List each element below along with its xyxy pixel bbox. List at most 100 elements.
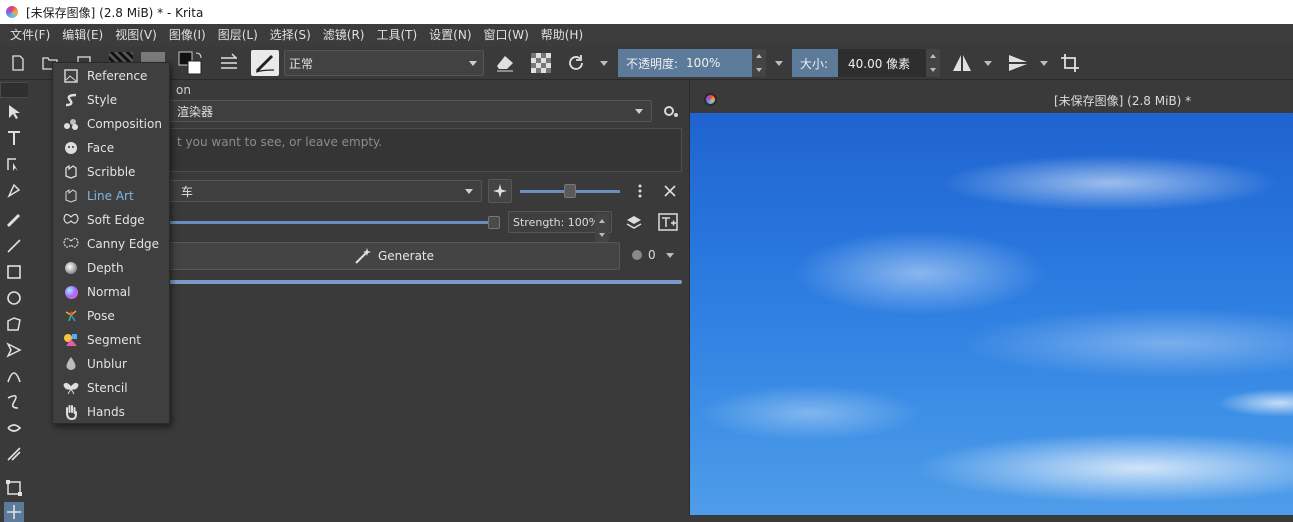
menu-item-unblur[interactable]: Unblur — [53, 352, 169, 376]
renderer-select[interactable]: 渲染器 — [168, 100, 652, 122]
menu-item-label: Normal — [87, 285, 131, 299]
mirror-vertical-chevron-icon[interactable] — [1038, 50, 1050, 76]
menu-view[interactable]: 视图(V) — [109, 24, 163, 46]
sparkle-icon[interactable] — [488, 179, 512, 203]
color-swap-icon[interactable] — [176, 50, 206, 76]
prompt-input[interactable]: t you want to see, or leave empty. — [168, 128, 682, 172]
line-tool-icon[interactable] — [4, 236, 24, 256]
strength-track[interactable] — [168, 221, 488, 224]
menu-item-stencil[interactable]: Stencil — [53, 376, 169, 400]
new-document-icon[interactable] — [8, 50, 28, 76]
mirror-horizontal-chevron-icon[interactable] — [982, 50, 994, 76]
menu-item-label: Hands — [87, 405, 125, 419]
menu-item-composition[interactable]: Composition — [53, 112, 169, 136]
menu-item-normal[interactable]: Normal — [53, 280, 169, 304]
menu-tools[interactable]: 工具(T) — [370, 24, 423, 46]
generation-progress-bar — [168, 280, 682, 284]
crop-icon[interactable] — [1058, 50, 1082, 76]
menu-item-scribble[interactable]: Scribble — [53, 160, 169, 184]
menu-item-line-art[interactable]: Line Art — [53, 184, 169, 208]
menu-item-label: Depth — [87, 261, 124, 275]
menu-item-label: Canny Edge — [87, 237, 160, 251]
dynamic-brush-icon[interactable] — [4, 418, 24, 438]
close-icon[interactable] — [660, 180, 680, 202]
strength-label: Strength: 100% — [513, 215, 600, 229]
queue-count: 0 — [648, 248, 656, 262]
calligraphy-icon[interactable] — [4, 180, 24, 200]
menu-window[interactable]: 窗口(W) — [478, 24, 535, 46]
window-title: [未保存图像] (2.8 MiB) * - Krita — [26, 5, 204, 20]
menu-item-hands[interactable]: Hands — [53, 400, 169, 424]
size-spinner[interactable] — [926, 49, 940, 77]
eraser-icon[interactable] — [494, 50, 516, 76]
canvas-image[interactable] — [690, 113, 1293, 515]
opacity-slider[interactable]: 不透明度: 100% — [618, 49, 766, 77]
size-value: 40.00 像素 — [848, 56, 911, 71]
image-icon — [63, 68, 79, 84]
document-tab[interactable]: [未保存图像] (2.8 MiB) * — [690, 88, 1293, 112]
settings-gear-icon[interactable] — [660, 100, 682, 122]
control-select[interactable]: 车 — [168, 180, 482, 202]
strength-handle[interactable] — [488, 216, 500, 229]
seed-queue-control[interactable]: 0 — [632, 248, 674, 262]
menu-item-segment[interactable]: Segment — [53, 328, 169, 352]
menu-item-label: Pose — [87, 309, 115, 323]
menu-help[interactable]: 帮助(H) — [535, 24, 589, 46]
mirror-vertical-icon[interactable] — [1006, 50, 1030, 76]
text-tool-icon[interactable] — [4, 128, 24, 148]
menu-item-soft-edge[interactable]: Soft Edge — [53, 208, 169, 232]
transform-tool-icon[interactable] — [4, 478, 24, 498]
brush-settings-icon[interactable] — [216, 50, 242, 76]
ellipse-tool-icon[interactable] — [4, 288, 24, 308]
canny-edge-icon — [63, 236, 79, 252]
style-icon — [63, 92, 79, 108]
add-layer-control-icon[interactable] — [624, 211, 646, 233]
multibrush-icon[interactable] — [4, 444, 24, 464]
reload-preset-icon[interactable] — [564, 50, 588, 76]
menu-layer[interactable]: 图层(L) — [212, 24, 264, 46]
strength-spinner[interactable] — [595, 214, 609, 242]
opacity-options-chevron-icon[interactable] — [772, 50, 786, 76]
control-type-menu: Reference Style Composition Face Scribbl… — [52, 62, 170, 424]
opacity-spinner[interactable] — [752, 49, 766, 77]
move-tool-icon[interactable] — [4, 502, 24, 522]
polyline-tool-icon[interactable] — [4, 340, 24, 360]
menu-item-reference[interactable]: Reference — [53, 64, 169, 88]
control-strength-handle[interactable] — [564, 184, 576, 198]
strength-spinbox[interactable]: Strength: 100% — [508, 211, 612, 242]
menu-item-face[interactable]: Face — [53, 136, 169, 160]
freehand-path-icon[interactable] — [4, 392, 24, 412]
more-options-icon[interactable] — [632, 180, 648, 202]
menu-item-label: Unblur — [87, 357, 127, 371]
size-slider[interactable]: 大小: 40.00 像素 — [792, 49, 940, 77]
brush-preset-icon[interactable] — [250, 50, 280, 76]
blend-mode-value: 正常 — [289, 56, 314, 71]
menu-item-canny-edge[interactable]: Canny Edge — [53, 232, 169, 256]
menu-select[interactable]: 选择(S) — [264, 24, 317, 46]
opacity-value: 100% — [686, 56, 721, 70]
add-text-region-icon[interactable] — [656, 211, 680, 233]
menu-image[interactable]: 图像(I) — [163, 24, 212, 46]
alpha-lock-icon[interactable] — [530, 50, 552, 76]
bezier-tool-icon[interactable] — [4, 366, 24, 386]
menu-file[interactable]: 文件(F) — [4, 24, 56, 46]
menu-edit[interactable]: 编辑(E) — [56, 24, 109, 46]
freehand-brush-icon[interactable] — [4, 210, 24, 230]
queue-status-icon — [632, 250, 642, 260]
pose-icon — [63, 308, 79, 324]
menu-item-depth[interactable]: Depth — [53, 256, 169, 280]
generate-button[interactable]: Generate — [168, 242, 620, 270]
edit-shapes-icon[interactable] — [4, 154, 24, 174]
blend-mode-select[interactable]: 正常 — [284, 50, 484, 76]
menu-item-pose[interactable]: Pose — [53, 304, 169, 328]
soft-edge-icon — [63, 212, 79, 228]
menu-item-style[interactable]: Style — [53, 88, 169, 112]
reload-options-chevron-icon[interactable] — [598, 50, 610, 76]
rectangle-tool-icon[interactable] — [4, 262, 24, 282]
select-shapes-icon[interactable] — [4, 102, 24, 122]
polygon-tool-icon[interactable] — [4, 314, 24, 334]
krita-app-icon — [6, 6, 18, 18]
menu-filter[interactable]: 滤镜(R) — [317, 24, 371, 46]
menu-settings[interactable]: 设置(N) — [423, 24, 477, 46]
mirror-horizontal-icon[interactable] — [950, 50, 974, 76]
